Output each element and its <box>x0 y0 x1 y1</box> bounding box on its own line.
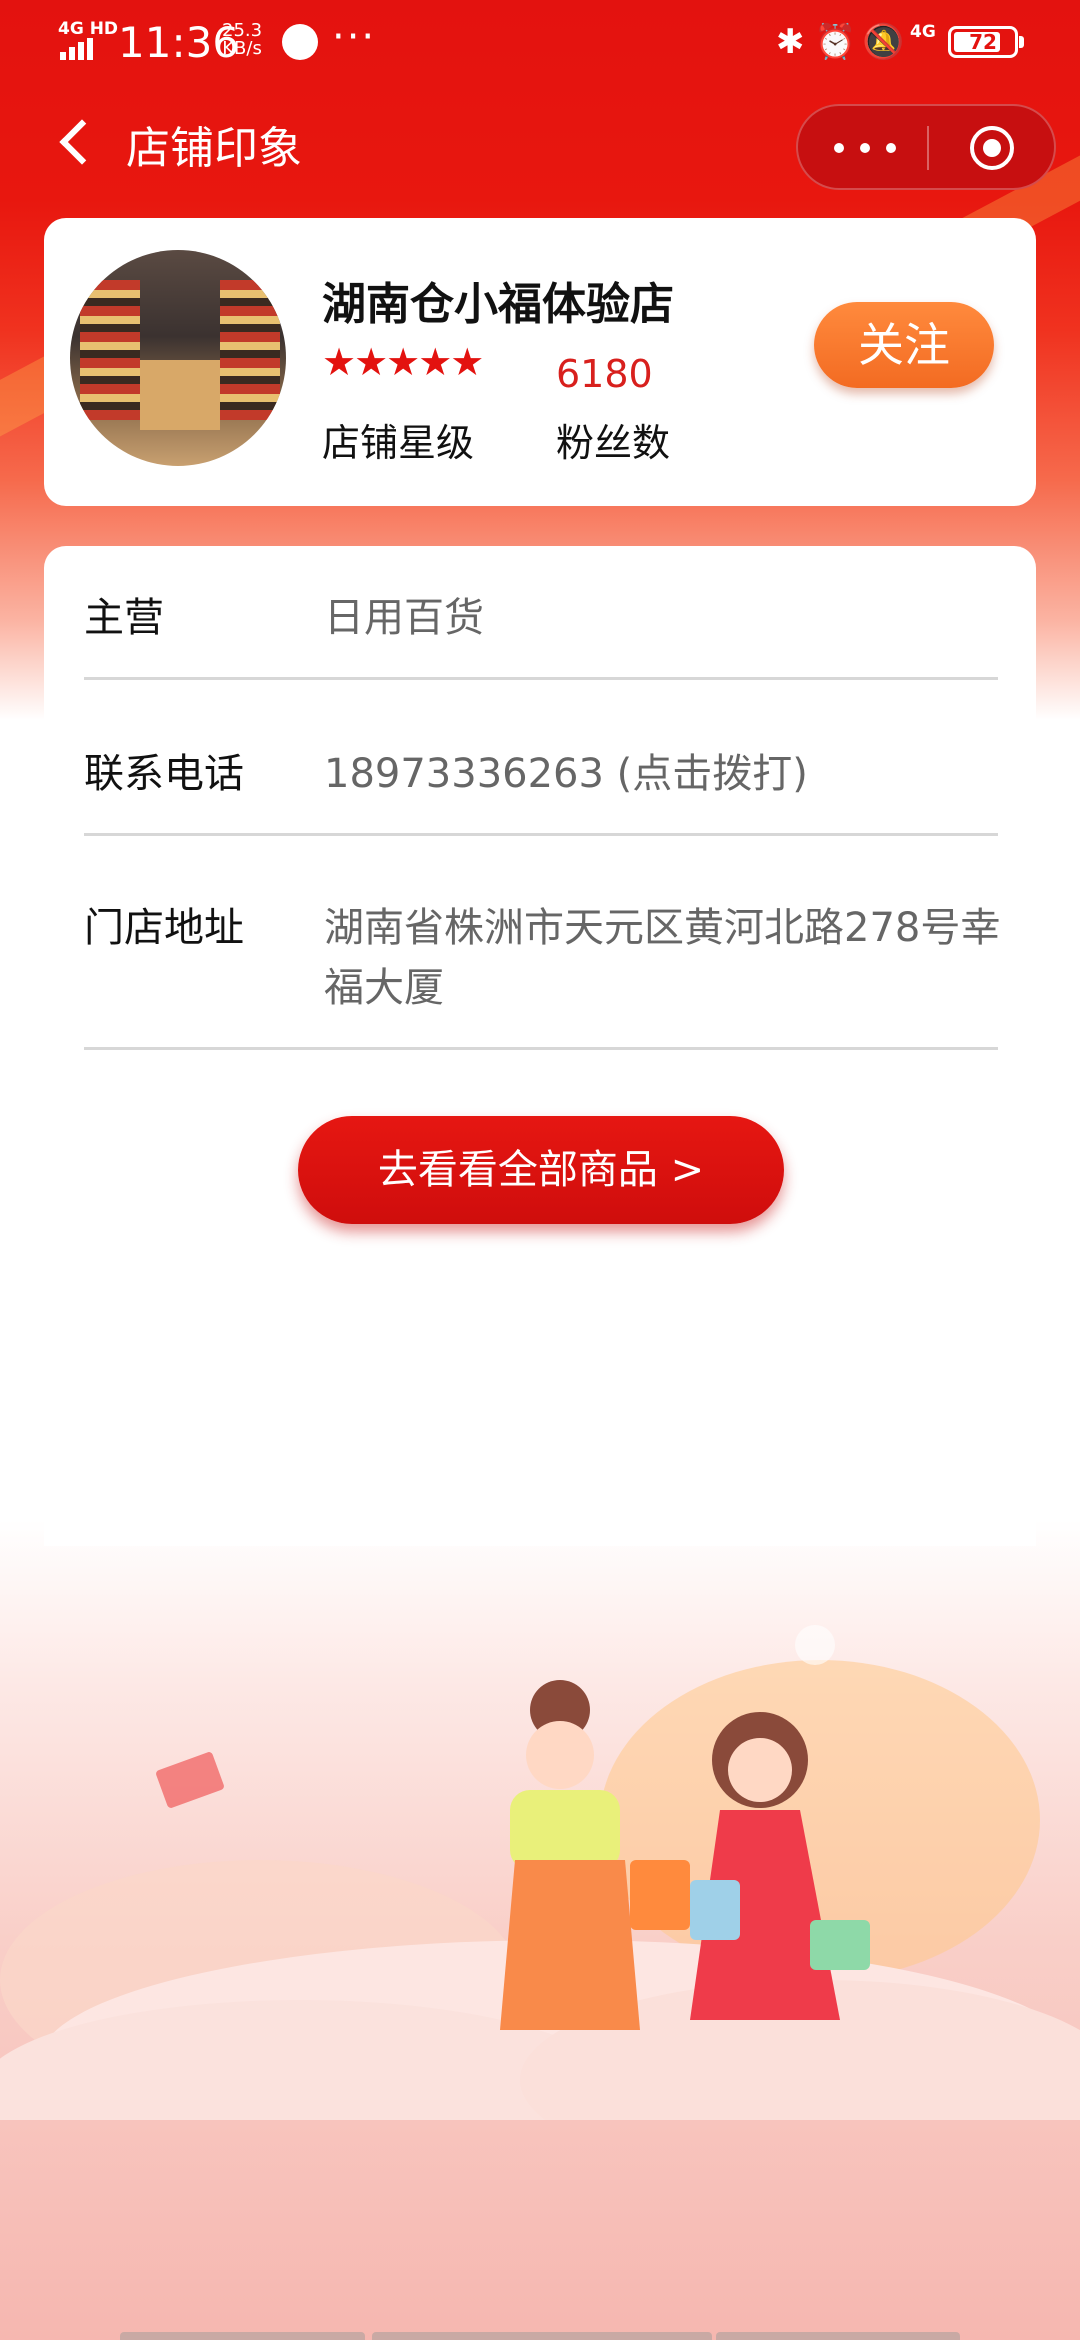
page-title: 店铺印象 <box>126 123 302 174</box>
shop-card: 湖南仓小福体验店 ★★★★★ 6180 店铺星级 粉丝数 关注 <box>44 218 1036 506</box>
cell-network: 4G <box>910 22 936 42</box>
back-icon[interactable] <box>56 116 96 168</box>
follow-button[interactable]: 关注 <box>814 302 994 388</box>
bluetooth-icon: ✱ <box>776 22 805 62</box>
more-icon[interactable] <box>828 106 928 188</box>
shop-avatar <box>70 250 286 466</box>
info-row-business: 主营 日用百货 <box>84 588 998 680</box>
fans-count: 6180 <box>556 352 653 396</box>
bottom-tab-hint <box>716 2332 960 2340</box>
info-key: 主营 <box>84 595 164 641</box>
battery-level: 72 <box>969 30 997 54</box>
mute-icon: 🔕 <box>862 22 905 62</box>
rating-stars-icon: ★★★★★ <box>322 340 484 384</box>
phone-link[interactable]: 18973336263 (点击拨打) <box>324 744 1004 804</box>
status-time: 11:36 <box>118 18 240 67</box>
status-bar: 4G HD 11:36 25.3 KB/s ··· ✱ ⏰ 🔕 4G 72 <box>0 0 1080 86</box>
speed-unit: KB/s <box>222 38 262 59</box>
miniprogram-capsule <box>796 104 1056 190</box>
shop-info-card: 主营 日用百货 联系电话 18973336263 (点击拨打) 门店地址 湖南省… <box>44 546 1036 1546</box>
info-row-phone[interactable]: 联系电话 18973336263 (点击拨打) <box>84 744 998 836</box>
shopping-illustration <box>0 1625 1080 2120</box>
view-all-products-button[interactable]: 去看看全部商品 > <box>298 1116 784 1224</box>
bottom-tab-hint <box>372 2332 712 2340</box>
bottom-tab-hint <box>120 2332 365 2340</box>
close-target-icon[interactable] <box>970 126 1014 170</box>
network-speed: 25.3 KB/s <box>222 22 262 58</box>
info-value: 日用百货 <box>324 595 484 641</box>
network-type: 4G HD <box>58 19 119 39</box>
alarm-icon: ⏰ <box>814 22 857 62</box>
gauge-icon <box>282 24 318 60</box>
battery-icon: 72 <box>948 26 1024 58</box>
info-value: 湖南省株洲市天元区黄河北路278号幸福大厦 <box>324 905 1001 1011</box>
info-row-address: 门店地址 湖南省株洲市天元区黄河北路278号幸福大厦 <box>84 898 1000 1050</box>
shop-name: 湖南仓小福体验店 <box>322 279 674 330</box>
fans-label: 粉丝数 <box>556 421 671 465</box>
info-key: 门店地址 <box>84 905 244 951</box>
info-key: 联系电话 <box>84 751 244 797</box>
more-status: ··· <box>332 14 377 60</box>
capsule-divider <box>927 126 929 170</box>
signal-icon <box>60 38 96 60</box>
shop-level-label: 店铺星级 <box>322 421 475 465</box>
